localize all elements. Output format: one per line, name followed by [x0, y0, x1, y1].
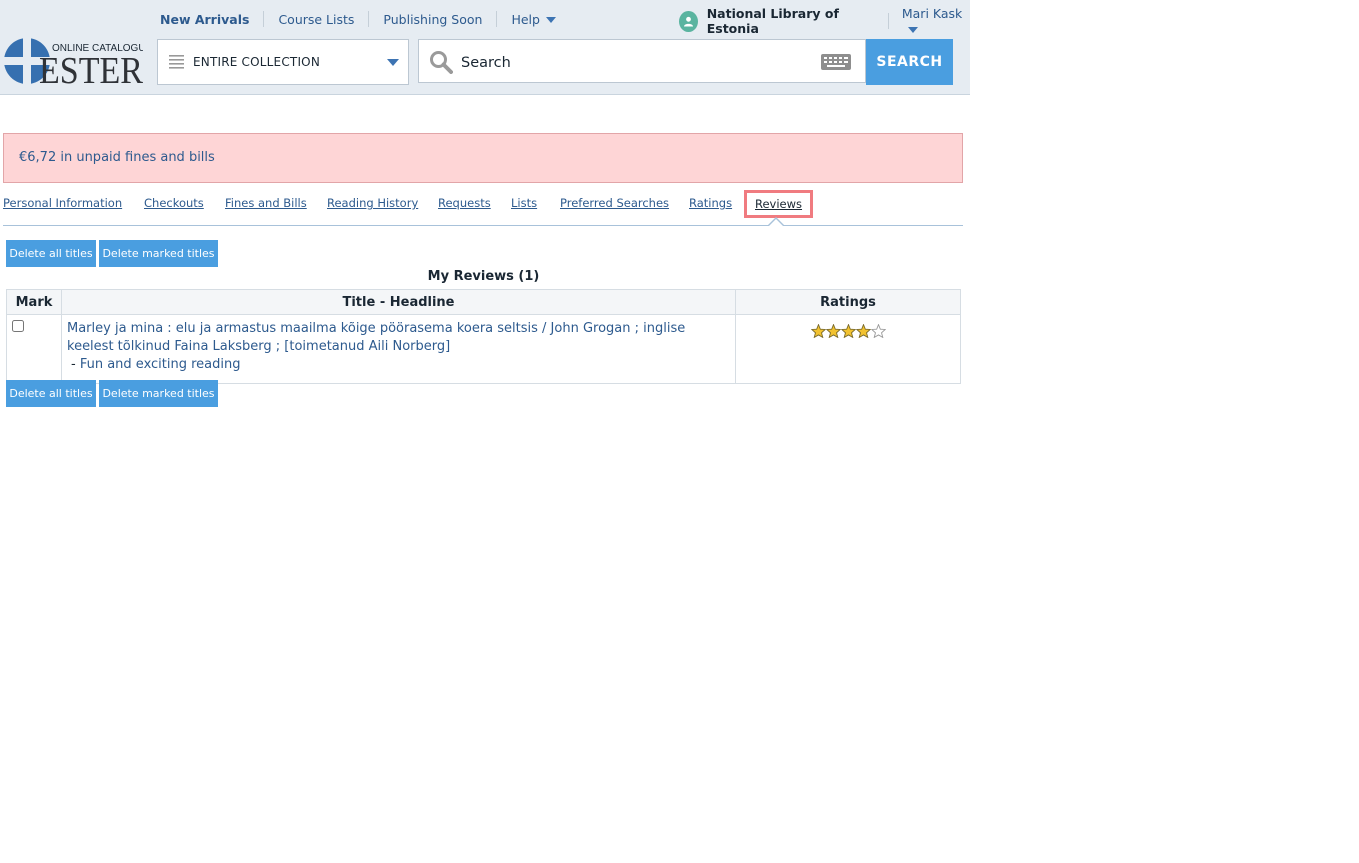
tab-requests[interactable]: Requests — [438, 196, 491, 210]
ester-logo[interactable]: ONLINE CATALOGUE ESTER — [3, 36, 153, 92]
star-filled-icon — [855, 324, 871, 338]
rating-cell — [735, 314, 961, 384]
headline-link[interactable]: Fun and exciting reading — [80, 357, 241, 372]
search-button[interactable]: SEARCH — [866, 39, 953, 85]
tab-personal-information[interactable]: Personal Information — [3, 196, 122, 210]
fines-alert-message: €6,72 in unpaid fines and bills — [19, 150, 215, 165]
help-menu[interactable]: Help — [511, 12, 556, 27]
chevron-down-icon — [387, 59, 399, 66]
reviews-caption: My Reviews (1) — [427, 269, 540, 284]
user-area: National Library of Estonia Mari Kask — [679, 6, 970, 36]
tab-fines-and-bills[interactable]: Fines and Bills — [225, 196, 307, 210]
table-header-row: Mark Title - Headline Ratings — [6, 289, 961, 315]
mark-cell — [6, 314, 62, 384]
collection-select-value: ENTIRE COLLECTION — [193, 55, 321, 69]
reviews-table: Mark Title - Headline Ratings Marley ja … — [6, 289, 961, 384]
delete-all-titles-button-bottom[interactable]: Delete all titles — [6, 380, 96, 407]
search-field — [418, 39, 866, 83]
column-header-title: Title - Headline — [61, 289, 736, 315]
user-icon — [679, 10, 698, 32]
star-rating — [736, 324, 960, 338]
tab-checkouts[interactable]: Checkouts — [144, 196, 204, 210]
delete-all-titles-button[interactable]: Delete all titles — [6, 240, 96, 267]
search-icon — [430, 51, 453, 74]
table-row: Marley ja mina : elu ja armastus maailma… — [6, 314, 961, 384]
top-nav: New Arrivals Course Lists Publishing Soo… — [160, 11, 556, 27]
title-cell: Marley ja mina : elu ja armastus maailma… — [61, 314, 736, 384]
fines-alert: €6,72 in unpaid fines and bills — [3, 133, 963, 183]
user-divider — [887, 13, 889, 29]
list-icon — [169, 55, 184, 69]
tab-preferred-searches[interactable]: Preferred Searches — [560, 196, 669, 210]
tab-reading-history[interactable]: Reading History — [327, 196, 418, 210]
publishing-soon-link[interactable]: Publishing Soon — [383, 12, 482, 27]
user-menu[interactable]: Mari Kask — [902, 6, 970, 36]
star-filled-icon — [840, 324, 856, 338]
headline-prefix: - — [71, 357, 80, 372]
chevron-down-icon — [907, 26, 918, 33]
headline: - Fun and exciting reading — [71, 357, 241, 372]
new-arrivals-link[interactable]: New Arrivals — [160, 12, 249, 27]
search-input[interactable] — [459, 50, 813, 76]
collection-select[interactable]: ENTIRE COLLECTION — [157, 39, 409, 85]
title-link[interactable]: Marley ja mina : elu ja armastus maailma… — [67, 321, 685, 354]
logo-name: ESTER — [39, 50, 143, 86]
tab-reviews[interactable]: Reviews — [744, 190, 814, 218]
column-header-mark: Mark — [6, 289, 62, 315]
chevron-down-icon — [545, 17, 556, 23]
library-name: National Library of Estonia — [706, 6, 839, 36]
delete-marked-titles-button[interactable]: Delete marked titles — [99, 240, 218, 267]
account-tabs: Personal Information Checkouts Fines and… — [3, 190, 963, 226]
tab-lists[interactable]: Lists — [511, 196, 537, 210]
keyboard-icon[interactable] — [821, 54, 851, 70]
star-empty-icon — [870, 324, 886, 338]
help-label: Help — [511, 11, 540, 27]
star-filled-icon — [825, 324, 841, 338]
tab-ratings[interactable]: Ratings — [689, 196, 732, 210]
star-filled-icon — [810, 324, 826, 338]
column-header-ratings: Ratings — [735, 289, 961, 315]
mark-checkbox[interactable] — [12, 320, 24, 332]
nav-divider — [368, 11, 370, 27]
course-lists-link[interactable]: Course Lists — [278, 12, 354, 27]
user-name: Mari Kask — [901, 6, 963, 21]
nav-divider — [496, 11, 498, 27]
nav-divider — [263, 11, 265, 27]
delete-marked-titles-button-bottom[interactable]: Delete marked titles — [99, 380, 218, 407]
active-tab-pointer-fill — [768, 219, 784, 227]
header: New Arrivals Course Lists Publishing Soo… — [0, 0, 970, 95]
